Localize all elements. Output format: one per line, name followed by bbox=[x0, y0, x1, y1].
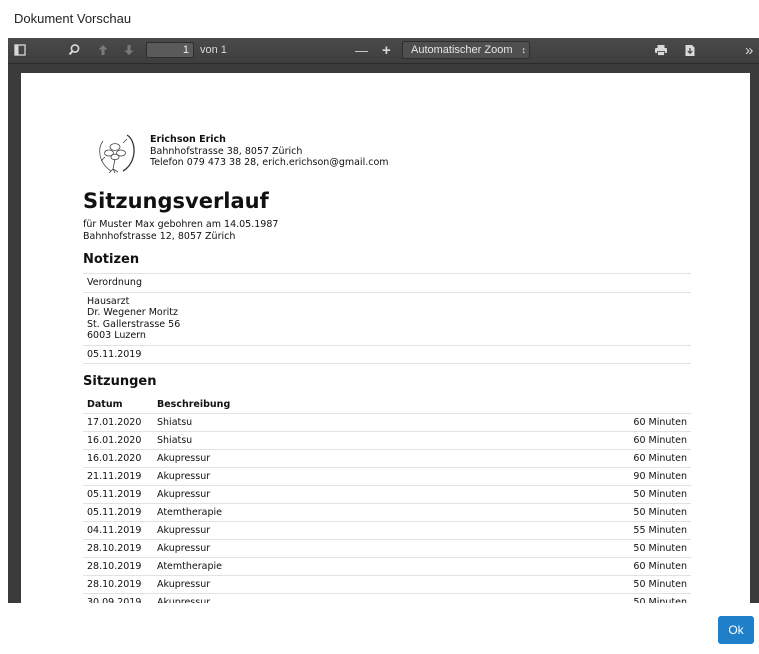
logo-flower-icon bbox=[93, 133, 141, 177]
session-date: 28.10.2019 bbox=[83, 539, 153, 558]
zoom-select-arrow-icon: ↕ bbox=[521, 45, 527, 55]
sender-block: Erichson Erich Bahnhofstrasse 38, 8057 Z… bbox=[150, 134, 389, 169]
notes-heading: Notizen bbox=[83, 252, 140, 267]
session-date: 16.01.2020 bbox=[83, 431, 153, 450]
note-line: Verordnung bbox=[87, 277, 142, 288]
session-date: 28.10.2019 bbox=[83, 575, 153, 594]
print-icon[interactable] bbox=[654, 38, 668, 63]
session-duration: 60 Minuten bbox=[459, 449, 691, 468]
table-row: 16.01.2020 Shiatsu 60 Minuten bbox=[83, 431, 691, 450]
session-description: Atemtherapie bbox=[153, 557, 460, 576]
notes-list: Verordnung Hausarzt Dr. Wegener Moritz St. … bbox=[83, 273, 691, 364]
session-date: 16.01.2020 bbox=[83, 449, 153, 468]
note-line: 6003 Luzern bbox=[87, 330, 146, 341]
session-date: 04.11.2019 bbox=[83, 521, 153, 540]
session-date: 05.11.2019 bbox=[83, 485, 153, 504]
session-duration: 90 Minuten bbox=[459, 467, 691, 486]
page-count-label: von 1 bbox=[200, 44, 227, 56]
arrow-down-icon[interactable] bbox=[124, 38, 134, 63]
note-line: Dr. Wegener Moritz bbox=[87, 307, 179, 318]
dialog-title: Dokument Vorschau bbox=[14, 11, 132, 26]
session-description: Atemtherapie bbox=[153, 503, 460, 522]
session-description: Akupressur bbox=[153, 593, 460, 603]
session-duration: 60 Minuten bbox=[459, 431, 691, 450]
patient-line-1: für Muster Max gebohren am 14.05.1987 bbox=[83, 219, 279, 230]
zoom-out-button[interactable]: — bbox=[355, 38, 368, 63]
table-row: 21.11.2019 Akupressur 90 Minuten bbox=[83, 467, 691, 486]
note-row: 05.11.2019 bbox=[83, 344, 691, 364]
sender-name: Erichson Erich bbox=[150, 134, 226, 145]
table-row: 05.11.2019 Atemtherapie 50 Minuten bbox=[83, 503, 691, 522]
document-title: Sitzungsverlauf bbox=[83, 189, 269, 213]
table-row: 30.09.2019 Akupressur 50 Minuten bbox=[83, 593, 691, 603]
session-duration: 50 Minuten bbox=[459, 593, 691, 603]
session-description: Akupressur bbox=[153, 485, 460, 504]
sessions-table: Datum Beschreibung 17.01.2020 Shiatsu 60 M… bbox=[83, 396, 691, 603]
pdf-toolbar: 1 von 1 — + Automatischer Zoom ↕ » bbox=[8, 38, 759, 64]
sender-contact: Telefon 079 473 38 28, erich.erichson@gm… bbox=[150, 157, 389, 168]
zoom-select-value: Automatischer Zoom bbox=[411, 44, 513, 56]
table-row: 17.01.2020 Shiatsu 60 Minuten bbox=[83, 413, 691, 432]
session-description: Akupressur bbox=[153, 575, 460, 594]
session-description: Akupressur bbox=[153, 449, 460, 468]
table-row: 05.11.2019 Akupressur 50 Minuten bbox=[83, 485, 691, 504]
session-date: 17.01.2020 bbox=[83, 413, 153, 432]
table-row: 28.10.2019 Akupressur 50 Minuten bbox=[83, 539, 691, 558]
sessions-header-row: Datum Beschreibung bbox=[83, 396, 691, 414]
note-line: 05.11.2019 bbox=[87, 348, 142, 360]
session-date: 21.11.2019 bbox=[83, 467, 153, 486]
note-row: Hausarzt Dr. Wegener Moritz St. Gallerstra… bbox=[83, 291, 691, 345]
table-row: 04.11.2019 Akupressur 55 Minuten bbox=[83, 521, 691, 540]
patient-info: für Muster Max gebohren am 14.05.1987 Ba… bbox=[83, 219, 278, 242]
table-row: 16.01.2020 Akupressur 60 Minuten bbox=[83, 449, 691, 468]
column-header-date: Datum bbox=[87, 399, 123, 410]
page-area[interactable]: Erichson Erich Bahnhofstrasse 38, 8057 Z… bbox=[8, 64, 759, 603]
session-description: Akupressur bbox=[153, 521, 460, 540]
table-row: 28.10.2019 Atemtherapie 60 Minuten bbox=[83, 557, 691, 576]
ok-button[interactable]: Ok bbox=[718, 616, 754, 644]
session-duration: 50 Minuten bbox=[459, 575, 691, 594]
download-icon[interactable] bbox=[684, 38, 696, 63]
note-line: St. Gallerstrasse 56 bbox=[87, 318, 181, 330]
page-number-input[interactable]: 1 bbox=[146, 42, 194, 58]
column-header-duration bbox=[459, 396, 691, 414]
session-date: 05.11.2019 bbox=[83, 503, 153, 522]
zoom-select[interactable]: Automatischer Zoom ↕ bbox=[402, 41, 530, 59]
session-duration: 50 Minuten bbox=[459, 503, 691, 522]
session-duration: 50 Minuten bbox=[459, 485, 691, 504]
arrow-up-icon[interactable] bbox=[98, 38, 108, 63]
sessions-heading: Sitzungen bbox=[83, 374, 157, 389]
table-row: 28.10.2019 Akupressur 50 Minuten bbox=[83, 575, 691, 594]
search-icon[interactable] bbox=[68, 38, 80, 63]
sidebar-toggle-icon[interactable] bbox=[14, 38, 26, 63]
session-description: Akupressur bbox=[153, 539, 460, 558]
session-description: Akupressur bbox=[153, 467, 460, 486]
session-date: 28.10.2019 bbox=[83, 557, 153, 576]
note-row: Verordnung bbox=[83, 273, 691, 292]
double-chevron-right-icon[interactable]: » bbox=[745, 38, 753, 63]
zoom-in-button[interactable]: + bbox=[382, 38, 391, 63]
session-duration: 60 Minuten bbox=[459, 413, 691, 432]
note-line: Hausarzt bbox=[87, 295, 130, 307]
pdf-page: Erichson Erich Bahnhofstrasse 38, 8057 Z… bbox=[21, 73, 750, 603]
session-date: 30.09.2019 bbox=[83, 593, 153, 603]
sender-address: Bahnhofstrasse 38, 8057 Zürich bbox=[150, 145, 303, 157]
session-duration: 55 Minuten bbox=[459, 521, 691, 540]
column-header-description: Beschreibung bbox=[157, 399, 231, 410]
session-description: Shiatsu bbox=[153, 431, 460, 450]
patient-line-2: Bahnhofstrasse 12, 8057 Zürich bbox=[83, 230, 236, 242]
session-duration: 60 Minuten bbox=[459, 557, 691, 576]
session-description: Shiatsu bbox=[153, 413, 460, 432]
session-duration: 50 Minuten bbox=[459, 539, 691, 558]
pdf-viewer: 1 von 1 — + Automatischer Zoom ↕ » Erich… bbox=[8, 38, 759, 603]
